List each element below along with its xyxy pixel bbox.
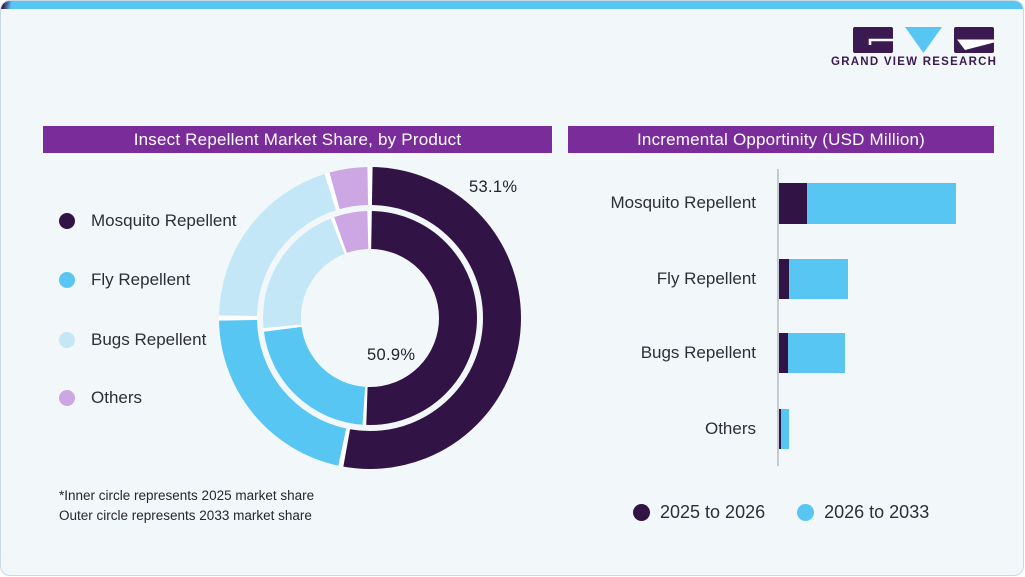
bar-segment-2026-2033 [781,409,789,449]
gvr-logo-mark [853,27,994,53]
logo-v-triangle [905,27,942,53]
legend-swatch-mosquito [59,213,75,229]
legend-item-mosquito: Mosquito Repellent [59,211,237,231]
brand-name: GRAND VIEW RESEARCH [831,56,995,68]
bar-segment-2025-2026 [779,333,788,373]
bar-legend-swatch-2025-2026 [633,504,650,521]
bar-legend-label: 2026 to 2033 [824,502,929,523]
legend-swatch-others [59,390,75,406]
bar-category-label: Bugs Repellent [568,343,756,363]
report-card: GRAND VIEW RESEARCH Insect Repellent Mar… [0,0,1024,576]
bar-row [779,183,956,224]
bar-segment-2026-2033 [789,259,848,299]
bar-row [779,333,845,373]
legend-label: Others [91,388,142,408]
left-panel-title: Insect Repellent Market Share, by Produc… [43,126,552,153]
inner-ring-value-label: 50.9% [367,346,415,365]
bar-segment-2026-2033 [788,333,845,373]
bar-segment-2026-2033 [807,183,956,224]
bar-legend-item-2026-2033: 2026 to 2033 [797,502,929,523]
bar-legend-label: 2025 to 2026 [660,502,765,523]
bar-segment-2025-2026 [779,183,807,224]
legend-item-fly: Fly Repellent [59,270,190,290]
bar-row [779,259,848,299]
bar-category-label: Mosquito Repellent [568,193,756,213]
legend-swatch-fly [59,272,75,288]
legend-label: Mosquito Repellent [91,211,237,231]
legend-item-others: Others [59,388,142,408]
footnote-line-1: *Inner circle represents 2025 market sha… [59,486,314,506]
bar-legend-swatch-2026-2033 [797,504,814,521]
footnote-line-2: Outer circle represents 2033 market shar… [59,506,314,526]
bar-chart-legend: 2025 to 2026 2026 to 2033 [633,502,929,523]
outer-ring-value-label: 53.1% [469,178,517,197]
legend-item-bugs: Bugs Repellent [59,330,206,350]
donut-chart-area [219,167,521,469]
legend-swatch-bugs [59,332,75,348]
donut-footnote: *Inner circle represents 2025 market sha… [59,486,314,526]
bar-legend-item-2025-2026: 2025 to 2026 [633,502,765,523]
bar-category-label: Fly Repellent [568,269,756,289]
right-panel-title: Incremental Opportinity (USD Million) [568,126,994,153]
legend-label: Bugs Repellent [91,330,206,350]
bar-segment-2025-2026 [779,259,789,299]
top-accent-bar [1,1,1023,9]
donut-chart [219,167,521,469]
bar-category-label: Others [568,419,756,439]
bar-row [779,409,789,449]
legend-label: Fly Repellent [91,270,190,290]
gvr-logo: GRAND VIEW RESEARCH [831,27,995,68]
